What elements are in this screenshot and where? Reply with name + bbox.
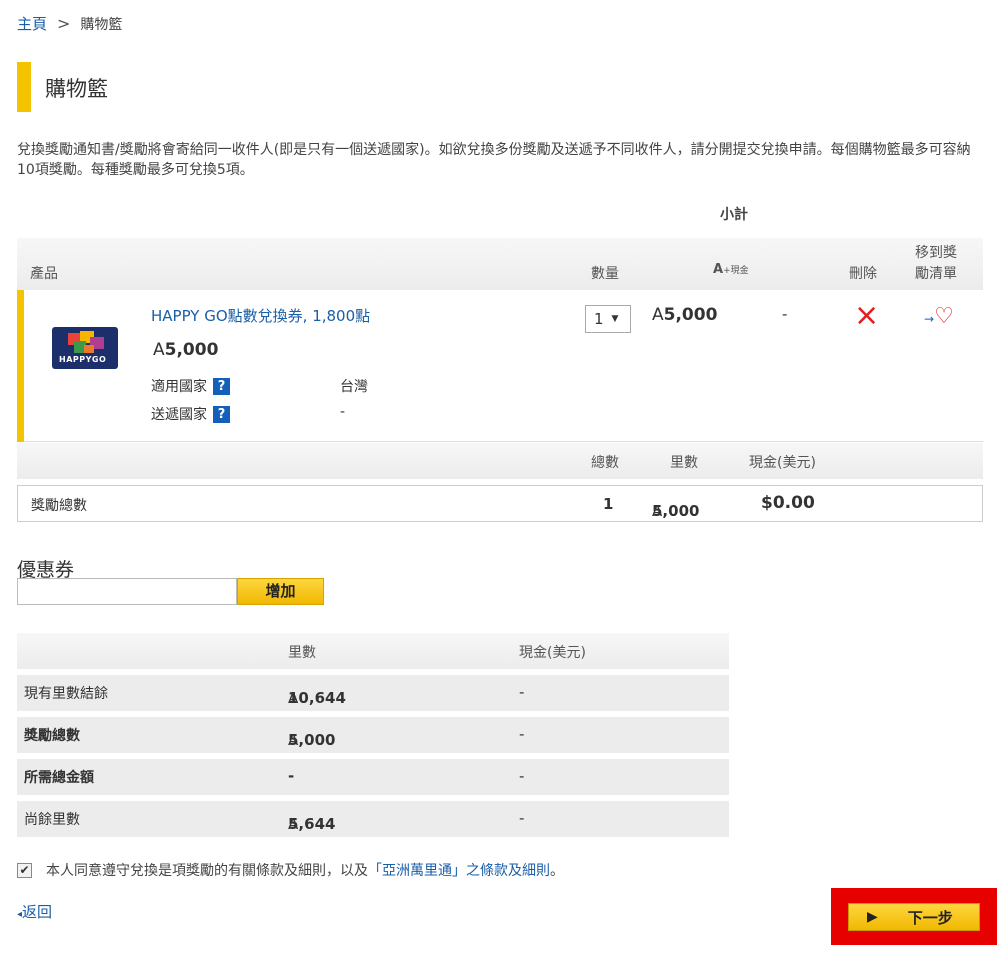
chevron-right-icon: > (57, 14, 71, 33)
summary-header: 里數 現金(美元) (17, 633, 729, 669)
totals-label: 獎勵總數 (31, 498, 87, 514)
totals-cash: $0.00 (761, 493, 815, 513)
delete-icon[interactable]: × (854, 298, 879, 334)
breadcrumb-home-link[interactable]: 主頁 (17, 13, 47, 34)
header-quantity: 數量 (591, 266, 619, 282)
help-icon[interactable]: ? (213, 405, 230, 423)
subtotal-heading: 小計 (720, 207, 748, 223)
summary-row-cash: - (519, 809, 525, 827)
next-button-highlight: ▶ 下一步 (831, 888, 997, 945)
country-label: 適用國家 (151, 379, 207, 395)
totals-row: 獎勵總數 1 A 5,000 $0.00 (17, 485, 983, 522)
coupon-input[interactable] (17, 578, 237, 605)
summary-header-cash: 現金(美元) (519, 645, 586, 661)
help-icon[interactable]: ? (213, 377, 230, 395)
item-subtotal-miles: A5,000 (652, 305, 718, 325)
summary-row: 獎勵總數 A 5,000 - (17, 717, 729, 753)
row-accent-bar (17, 290, 24, 442)
title-accent-bar (17, 62, 31, 112)
play-arrow-icon: ▶ (867, 909, 878, 925)
header-wishlist-line2: 勵清單 (915, 266, 957, 282)
totals-header: 總數 里數 現金(美元) (17, 443, 983, 479)
summary-table: 里數 現金(美元) 現有里數結餘 A 10,644 - 獎勵總數 A 5,000 -… (17, 633, 729, 837)
delivery-row: 送遞國家 ? (151, 404, 230, 424)
summary-row-cash: - (519, 725, 525, 743)
back-link[interactable]: ◂返回 (17, 901, 52, 922)
miles-icon: A (652, 305, 664, 325)
page-title: 購物籃 (45, 77, 108, 101)
header-product: 產品 (30, 266, 58, 282)
intro-text: 兌換獎勵通知書/獎勵將會寄給同一收件人(即是只有一個送遞國家)。如欲兌換多份獎勵… (17, 142, 971, 178)
delivery-label: 送遞國家 (151, 407, 207, 423)
next-button-label: 下一步 (907, 908, 953, 927)
summary-header-miles: 里數 (288, 645, 316, 661)
summary-row-cash: - (519, 767, 525, 785)
cart-table-header: 產品 數量 A+現金 刪除 移到獎 勵清單 (17, 238, 983, 290)
dropdown-arrow-icon: ▼ (611, 314, 619, 324)
totals-header-cash: 現金(美元) (749, 455, 816, 471)
quantity-select[interactable]: 1 ▼ (585, 305, 631, 333)
header-delete: 刪除 (849, 266, 877, 282)
happygo-logo-image[interactable]: HAPPYGO (52, 327, 118, 369)
header-wishlist-line1: 移到獎 (915, 245, 957, 261)
next-button[interactable]: ▶ 下一步 (848, 903, 980, 931)
summary-row-label: 尚餘里數 (24, 812, 80, 828)
agreement-text: 本人同意遵守兌換是項獎勵的有關條款及細則，以及「亞洲萬里通」之條款及細則。 (46, 863, 564, 879)
breadcrumb: 主頁 > 購物籃 (17, 13, 122, 34)
agreement-row: ✔ 本人同意遵守兌換是項獎勵的有關條款及細則，以及「亞洲萬里通」之條款及細則。 (17, 860, 564, 880)
miles-icon: A (713, 262, 724, 277)
miles-icon: A (153, 340, 165, 360)
item-subtotal-cash: - (782, 305, 788, 323)
summary-row-cash: - (519, 683, 525, 701)
totals-header-miles: 里數 (670, 455, 698, 471)
breadcrumb-current: 購物籃 (80, 16, 123, 33)
summary-row: 尚餘里數 A 5,644 - (17, 801, 729, 837)
delivery-value: - (340, 404, 346, 420)
summary-row: 現有里數結餘 A 10,644 - (17, 675, 729, 711)
quantity-value: 1 (594, 310, 604, 328)
country-value: 台灣 (340, 379, 368, 395)
summary-row-label: 獎勵總數 (24, 728, 80, 744)
move-to-wishlist-icon[interactable]: →♡ (924, 300, 954, 336)
header-miles-cash: A+現金 (713, 262, 749, 277)
summary-row-label: 所需總金額 (24, 770, 94, 786)
summary-row-miles: - (288, 767, 295, 785)
product-name-link[interactable]: HAPPY GO點數兌換券, 1,800點 (151, 305, 370, 326)
agreement-checkbox[interactable]: ✔ (17, 862, 32, 878)
logo-text: HAPPYGO (59, 355, 107, 364)
summary-row-label: 現有里數結餘 (24, 686, 108, 702)
coupon-add-button[interactable]: 增加 (237, 578, 324, 605)
totals-header-count: 總數 (591, 455, 619, 471)
terms-link[interactable]: 「亞洲萬里通」之條款及細則 (368, 863, 550, 879)
totals-count: 1 (603, 495, 614, 513)
summary-row: 所需總金額 - - (17, 759, 729, 795)
country-row: 適用國家 ? (151, 376, 230, 396)
product-price: A5,000 (153, 340, 219, 360)
